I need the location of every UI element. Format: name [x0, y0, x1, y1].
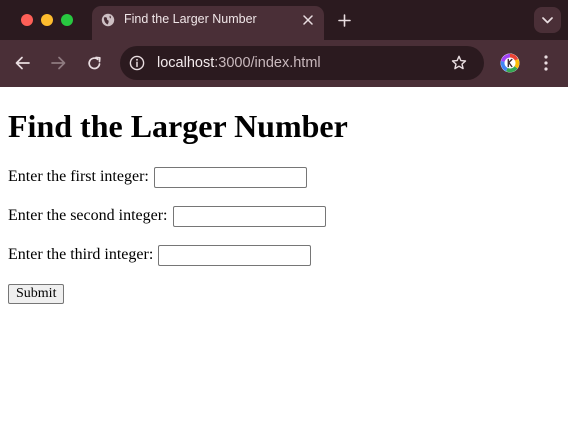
chevron-down-icon[interactable]: [534, 7, 561, 33]
third-integer-row: Enter the third integer:: [8, 244, 312, 266]
third-integer-label: Enter the third integer:: [8, 246, 154, 263]
first-integer-input[interactable]: [153, 166, 307, 188]
third-integer-input[interactable]: [158, 244, 312, 266]
page-content: Find the Larger Number Enter the first i…: [0, 87, 568, 447]
second-integer-row: Enter the second integer:: [8, 205, 326, 227]
kebab-menu-icon[interactable]: [536, 52, 556, 74]
plus-icon[interactable]: [334, 10, 354, 30]
tab-title: Find the Larger Number: [124, 12, 257, 26]
reload-icon[interactable]: [83, 52, 105, 74]
browser-tab[interactable]: Find the Larger Number: [92, 6, 324, 40]
globe-icon: [101, 13, 115, 27]
arrow-right-icon[interactable]: [47, 52, 69, 74]
first-integer-label: Enter the first integer:: [8, 168, 149, 185]
close-window-button[interactable]: [21, 14, 33, 26]
maximize-window-button[interactable]: [61, 14, 73, 26]
arrow-left-icon[interactable]: [11, 52, 33, 74]
second-integer-label: Enter the second integer:: [8, 207, 168, 224]
submit-button[interactable]: Submit: [8, 284, 65, 304]
tab-strip: Find the Larger Number: [0, 0, 568, 40]
first-integer-row: Enter the first integer:: [8, 166, 307, 188]
url-path: :3000/index.html: [214, 55, 321, 71]
address-bar[interactable]: localhost:3000/index.html: [120, 46, 484, 80]
url-host: localhost: [157, 55, 215, 71]
info-icon[interactable]: [128, 54, 146, 72]
page-title: Find the Larger Number: [8, 108, 348, 144]
url-text: localhost:3000/index.html: [157, 55, 321, 71]
browser-toolbar: localhost:3000/index.html: [0, 40, 568, 87]
second-integer-input[interactable]: [172, 205, 326, 227]
star-icon[interactable]: [450, 54, 468, 72]
profile-avatar-icon[interactable]: [500, 53, 520, 73]
minimize-window-button[interactable]: [41, 14, 53, 26]
close-icon[interactable]: [299, 11, 317, 29]
